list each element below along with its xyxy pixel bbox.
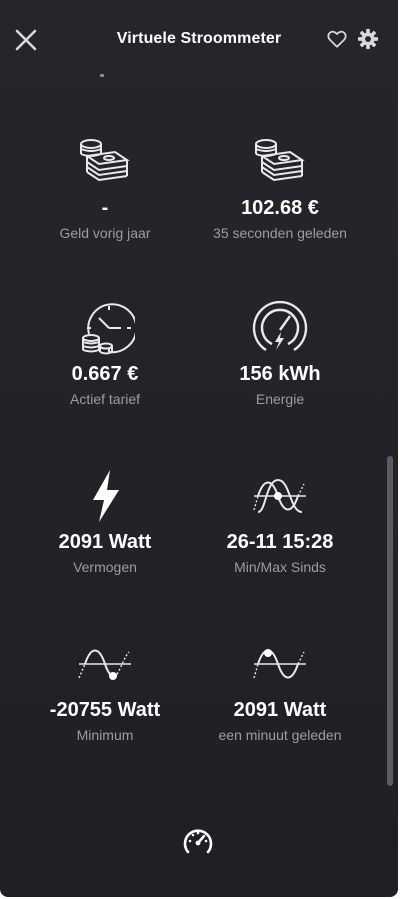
tile-label: Vermogen: [73, 559, 137, 575]
clock-coins-icon: [82, 303, 135, 355]
scrollbar-thumb[interactable]: [387, 456, 393, 786]
tile-label: Min/Max Sinds: [234, 559, 326, 575]
tile-money-current[interactable]: 102.68 € 35 seconden geleden: [190, 134, 370, 242]
tile-money-last-year[interactable]: - Geld vorig jaar: [15, 134, 195, 242]
money-stack-icon: [255, 139, 305, 182]
tile-value: 26-11 15:28: [226, 531, 334, 553]
tile-value: 0.667 €: [71, 363, 139, 385]
tile-power[interactable]: 2091 Watt Vermogen: [15, 468, 195, 576]
tile-label: Minimum: [76, 727, 134, 743]
sine-wave-max-icon: [253, 649, 306, 679]
money-stack-icon: [80, 139, 130, 182]
heart-icon[interactable]: [326, 28, 348, 50]
scrolled-content-remnant: [100, 74, 104, 77]
tile-value: 156 kWh: [239, 363, 321, 385]
tile-energy[interactable]: 156 kWh Energie: [190, 300, 370, 408]
gear-icon[interactable]: [357, 28, 379, 50]
speedometer-icon[interactable]: [180, 824, 216, 860]
device-panel: Virtuele Stroommeter - Geld vorig jaar 1…: [0, 0, 398, 897]
tile-label: Energie: [255, 391, 305, 407]
tile-min-max-since[interactable]: 26-11 15:28 Min/Max Sinds: [190, 468, 370, 576]
sine-wave-min-icon: [78, 649, 131, 680]
tile-active-tariff[interactable]: 0.667 € Actief tarief: [15, 300, 195, 408]
lightning-icon: [93, 470, 119, 522]
tile-current-power[interactable]: 2091 Watt een minuut geleden: [190, 636, 370, 744]
tile-value: -20755 Watt: [49, 699, 161, 721]
header: Virtuele Stroommeter: [0, 0, 398, 78]
tile-label: Actief tarief: [69, 391, 141, 407]
energy-gauge-icon: [252, 300, 308, 352]
tile-label: een minuut geleden: [218, 727, 342, 743]
tile-label: Geld vorig jaar: [59, 225, 151, 241]
tile-value: 2091 Watt: [58, 531, 152, 553]
tile-value: 102.68 €: [241, 197, 319, 219]
tile-minimum[interactable]: -20755 Watt Minimum: [15, 636, 195, 744]
sine-wave-max-icon: [253, 478, 306, 513]
tile-value: -: [101, 197, 109, 219]
tile-label: 35 seconden geleden: [213, 225, 347, 241]
tile-value: 2091 Watt: [233, 699, 327, 721]
